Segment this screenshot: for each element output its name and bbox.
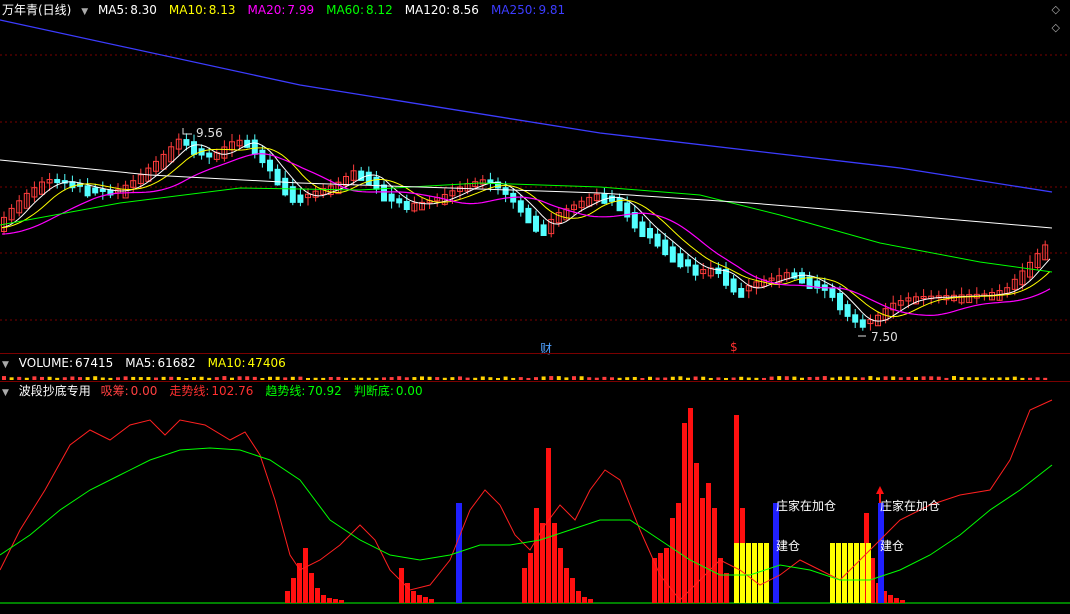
- accumulation-bar: [664, 548, 669, 603]
- build-position-label-1: 建仓: [776, 539, 801, 553]
- accumulation-bar: [285, 591, 290, 603]
- accumulation-bar: [540, 523, 545, 603]
- accumulating-label-2: 庄家在加仓: [880, 499, 941, 513]
- accumulation-bar: [327, 598, 332, 603]
- accumulation-bar: [303, 548, 308, 603]
- accumulation-bar: [522, 568, 527, 603]
- accumulation-bar: [291, 578, 296, 603]
- accumulation-bar: [894, 598, 899, 603]
- indicator-chart[interactable]: [0, 0, 1070, 614]
- accumulation-bar: [718, 558, 723, 603]
- build-position-bar: [758, 543, 763, 603]
- accumulation-bar: [546, 448, 551, 603]
- accumulation-bar: [570, 578, 575, 603]
- build-position-bar: [764, 543, 769, 603]
- accumulation-bar: [399, 568, 404, 603]
- accumulation-bar: [423, 597, 428, 603]
- build-position-bar: [734, 543, 739, 603]
- accumulation-bar: [339, 600, 344, 603]
- build-position-bar: [836, 543, 841, 603]
- accumulation-bar: [900, 600, 905, 603]
- accumulation-bar: [652, 558, 657, 603]
- accumulation-bar: [588, 599, 593, 603]
- accumulation-bar: [564, 568, 569, 603]
- accumulation-bar: [429, 599, 434, 603]
- build-position-bar: [854, 543, 859, 603]
- accumulation-bar: [706, 483, 711, 603]
- accumulation-bar: [309, 573, 314, 603]
- accumulation-bar: [700, 498, 705, 603]
- up-arrow-icon: [876, 486, 884, 494]
- trend-green-line: [0, 447, 1053, 581]
- accumulation-bar: [558, 548, 563, 603]
- accumulation-bar: [411, 591, 416, 603]
- build-position-label-2: 建仓: [880, 539, 905, 553]
- accumulation-bar: [315, 588, 320, 603]
- accumulation-bar: [417, 595, 422, 603]
- build-position-bar: [830, 543, 835, 603]
- build-position-bar: [842, 543, 847, 603]
- accumulation-bar: [528, 553, 533, 603]
- accumulation-bar: [724, 573, 729, 603]
- accumulation-bar: [321, 595, 326, 603]
- accumulation-bar: [688, 408, 693, 603]
- accumulation-bar: [682, 423, 687, 603]
- accumulation-bar: [333, 599, 338, 603]
- accumulation-bar: [712, 508, 717, 603]
- accumulation-bar: [576, 591, 581, 603]
- accumulation-bar: [888, 595, 893, 603]
- build-position-bar: [848, 543, 853, 603]
- accumulation-bar: [534, 508, 539, 603]
- accumulating-label-1: 庄家在加仓: [776, 499, 837, 513]
- build-position-bar: [860, 543, 865, 603]
- accumulation-bar: [582, 597, 587, 603]
- build-position-bar: [746, 543, 751, 603]
